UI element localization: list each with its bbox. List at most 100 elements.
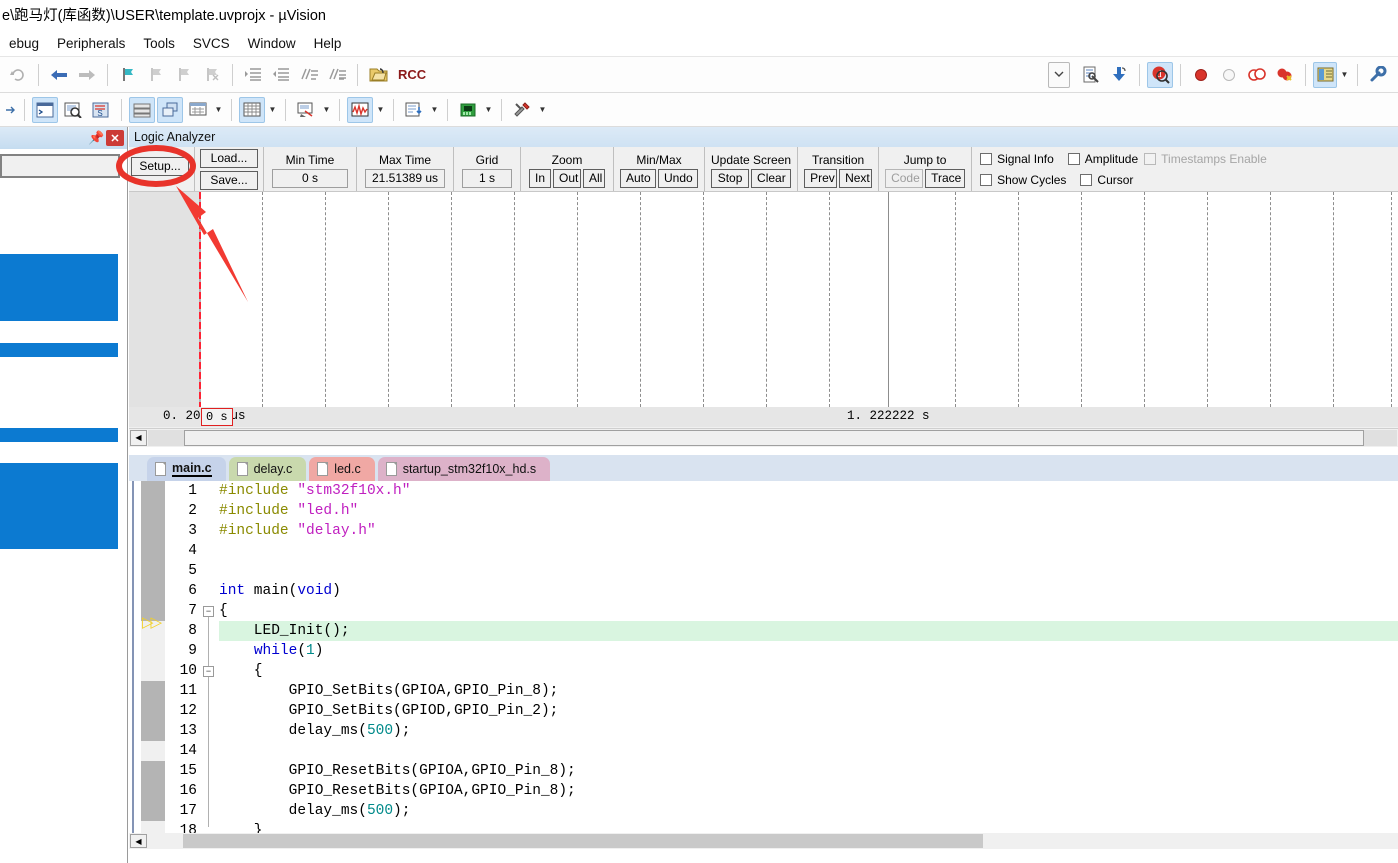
logic-analyzer-plot[interactable]	[129, 192, 1398, 407]
transition-next-button[interactable]: Next	[839, 168, 873, 188]
editor-hscrollbar[interactable]: ◀	[129, 833, 1398, 849]
breakpoint-icon[interactable]	[1188, 62, 1214, 88]
menu-item-window[interactable]: Window	[239, 33, 305, 54]
code-line[interactable]: GPIO_ResetBits(GPIOA,GPIO_Pin_8);	[219, 781, 1398, 801]
clear-bookmarks-icon[interactable]	[199, 62, 225, 88]
back-arrow-icon[interactable]	[46, 62, 72, 88]
cursor-checkbox[interactable]: Cursor	[1080, 171, 1133, 189]
serial-window-icon[interactable]	[293, 97, 319, 123]
tab-delay-c[interactable]: delay.c	[228, 457, 307, 481]
code-line[interactable]: #include "stm32f10x.h"	[219, 481, 1398, 501]
outdent-icon[interactable]	[268, 62, 294, 88]
code-line[interactable]: #include "delay.h"	[219, 521, 1398, 541]
code-line[interactable]	[219, 541, 1398, 561]
step-icon[interactable]	[3, 97, 17, 123]
disabled-breakpoint-icon[interactable]	[1216, 62, 1242, 88]
next-bookmark-icon[interactable]	[171, 62, 197, 88]
update-clear-button[interactable]: Clear	[751, 168, 792, 188]
menu-item-debug[interactable]: ebug	[0, 33, 48, 54]
toolbox-caret-icon[interactable]: ▼	[536, 97, 549, 123]
code-line[interactable]: LED_Init();	[219, 621, 1398, 641]
code-line[interactable]: {	[219, 601, 1398, 621]
trace-caret-icon[interactable]: ▼	[428, 97, 441, 123]
system-viewer-caret-icon[interactable]: ▼	[482, 97, 495, 123]
project-selector-combo[interactable]	[0, 154, 120, 178]
memory-window-icon[interactable]	[239, 96, 265, 123]
min-time-value[interactable]: 0 s	[272, 168, 348, 188]
build-log-icon[interactable]	[1078, 62, 1104, 88]
code-line[interactable]: int main(void)	[219, 581, 1398, 601]
analysis-window-caret-icon[interactable]: ▼	[374, 97, 387, 123]
checkbox-box[interactable]	[1067, 152, 1080, 165]
code-line[interactable]: delay_ms(500);	[219, 801, 1398, 821]
command-window-icon[interactable]	[32, 96, 58, 123]
scroll-left-icon[interactable]: ◀	[130, 834, 147, 848]
window-layout-caret-icon[interactable]: ▼	[1338, 62, 1351, 88]
code-line[interactable]	[219, 561, 1398, 581]
configure-icon[interactable]	[1365, 62, 1391, 88]
tab-main-c[interactable]: main.c	[147, 457, 226, 481]
prev-bookmark-icon[interactable]	[143, 62, 169, 88]
pin-icon[interactable]: 📌	[88, 130, 104, 146]
serial-window-caret-icon[interactable]: ▼	[320, 97, 333, 123]
rcc-label[interactable]: RCC	[392, 67, 432, 82]
update-stop-button[interactable]: Stop	[711, 168, 750, 188]
show-cycles-checkbox[interactable]: Show Cycles	[980, 171, 1066, 189]
project-tree[interactable]	[0, 182, 127, 842]
code-line[interactable]: GPIO_SetBits(GPIOD,GPIO_Pin_2);	[219, 701, 1398, 721]
start-debug-icon[interactable]: d	[1147, 61, 1173, 88]
registers-icon[interactable]	[129, 96, 155, 123]
close-icon[interactable]: ✕	[106, 130, 124, 146]
memory-window-caret-icon[interactable]: ▼	[266, 97, 279, 123]
open-folder-icon[interactable]	[365, 62, 391, 88]
hscroll-thumb[interactable]	[184, 429, 1364, 446]
zoom-in-button[interactable]: In	[529, 168, 551, 188]
system-viewer-icon[interactable]	[455, 97, 481, 123]
code-line[interactable]: delay_ms(500);	[219, 721, 1398, 741]
disassembly-icon[interactable]	[60, 97, 86, 123]
analysis-window-icon[interactable]	[347, 96, 373, 123]
tab-startup-s[interactable]: startup_stm32f10x_hd.s	[377, 457, 551, 481]
window-layout-icon[interactable]	[1313, 61, 1337, 88]
editor-code-area[interactable]: #include "stm32f10x.h" #include "led.h" #i…	[217, 481, 1398, 849]
editor-breakpoint-gutter[interactable]: ▷▷	[141, 481, 165, 849]
code-line[interactable]: {	[219, 661, 1398, 681]
menu-item-svcs[interactable]: SVCS	[184, 33, 239, 54]
grid-value[interactable]: 1 s	[462, 168, 512, 188]
editor-hscroll-thumb[interactable]	[183, 834, 983, 848]
save-button[interactable]: Save...	[200, 170, 258, 190]
code-line[interactable]: #include "led.h"	[219, 501, 1398, 521]
dropdown-caret-icon[interactable]	[1048, 61, 1070, 88]
code-line[interactable]: while(1)	[219, 641, 1398, 661]
logic-analyzer-hscrollbar[interactable]: ◀	[129, 428, 1398, 446]
code-line[interactable]	[219, 741, 1398, 761]
uncomment-icon[interactable]	[324, 62, 350, 88]
call-stack-icon[interactable]	[157, 96, 183, 123]
disable-all-breakpoints-icon[interactable]	[1244, 62, 1270, 88]
symbols-icon[interactable]: S	[88, 97, 114, 123]
trace-icon[interactable]	[401, 97, 427, 123]
transition-prev-button[interactable]: Prev	[804, 168, 838, 188]
editor-fold-gutter[interactable]: − −	[201, 481, 217, 849]
minmax-undo-button[interactable]: Undo	[658, 168, 698, 188]
zoom-out-button[interactable]: Out	[553, 168, 581, 188]
reset-icon[interactable]	[5, 62, 31, 88]
cursor-line[interactable]	[199, 192, 201, 407]
minmax-auto-button[interactable]: Auto	[620, 168, 656, 188]
setup-button[interactable]: Setup...	[131, 156, 189, 176]
forward-arrow-icon[interactable]	[74, 62, 100, 88]
jump-to-trace-button[interactable]: Trace	[925, 168, 966, 188]
checkbox-box[interactable]	[980, 173, 993, 186]
load-button[interactable]: Load...	[200, 148, 258, 168]
fold-toggle-icon[interactable]: −	[203, 666, 214, 677]
max-time-value[interactable]: 21.51389 us	[365, 168, 445, 188]
editor-body[interactable]: ▷▷ 1 2 3 4 5 6 7 8 9 10 11 12 13 14 15 16 17 18 − − #incl…	[129, 481, 1398, 849]
fold-toggle-icon[interactable]: −	[203, 606, 214, 617]
code-line[interactable]: GPIO_SetBits(GPIOA,GPIO_Pin_8);	[219, 681, 1398, 701]
code-line[interactable]: GPIO_ResetBits(GPIOA,GPIO_Pin_8);	[219, 761, 1398, 781]
menu-item-help[interactable]: Help	[305, 33, 351, 54]
tab-led-c[interactable]: led.c	[309, 457, 375, 481]
scroll-left-icon[interactable]: ◀	[130, 429, 147, 446]
menu-item-peripherals[interactable]: Peripherals	[48, 33, 134, 54]
download-icon[interactable]	[1106, 62, 1132, 88]
